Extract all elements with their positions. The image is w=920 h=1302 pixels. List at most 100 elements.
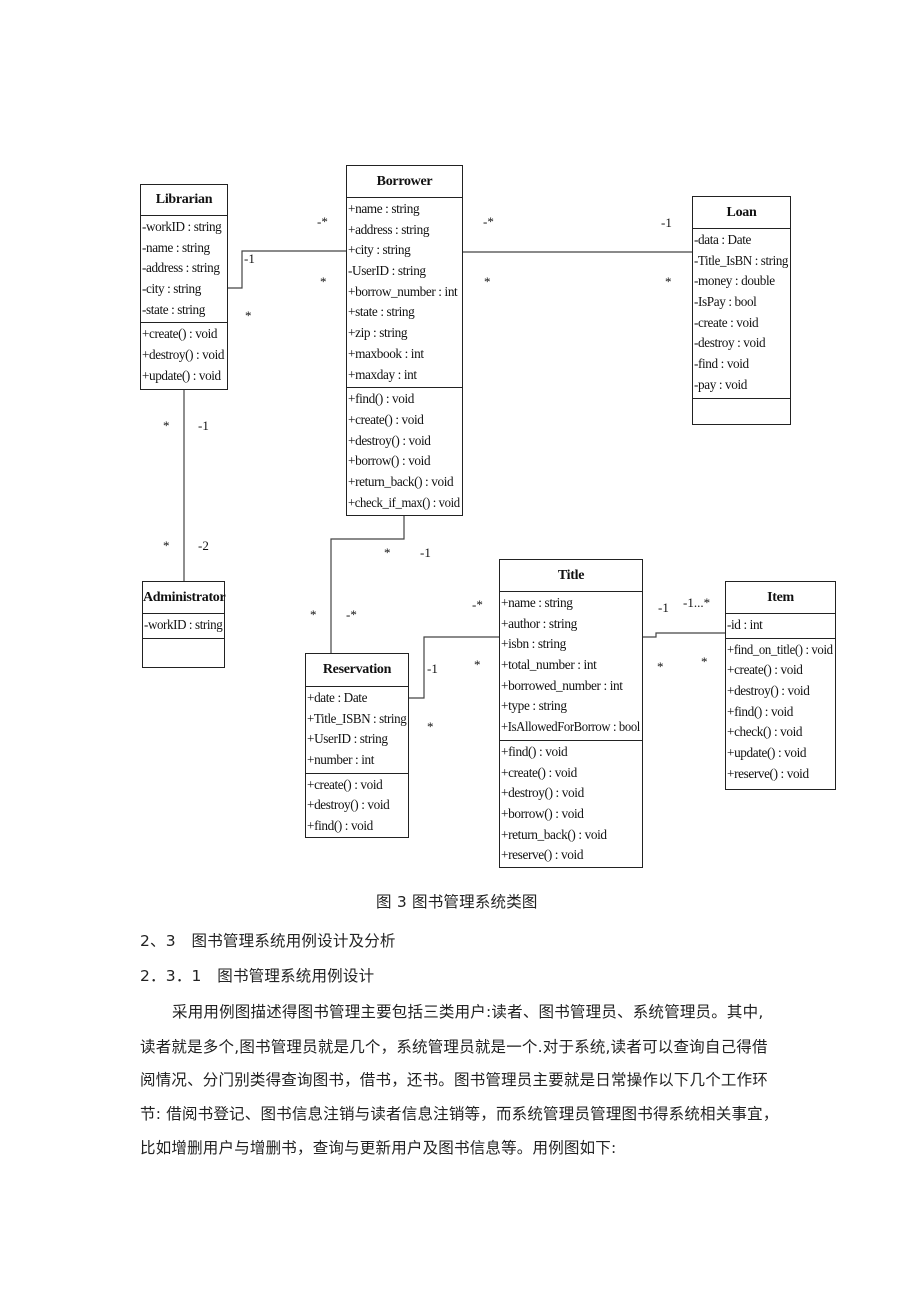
class-attribute: -address : string [142,260,220,276]
section-heading: 2、3 图书管理系统用例设计及分析 [140,932,396,950]
class-method: +destroy() : void [307,797,390,813]
class-method: +borrow() : void [348,453,431,469]
paragraph-line: 节: 借阅书登记、图书信息注销与读者信息注销等，而系统管理员管理图书得系统相关事… [140,1105,779,1123]
subsection-heading: 2．3．1 图书管理系统用例设计 [140,967,375,985]
multiplicity-label: * [245,308,252,323]
class-method: +destroy() : void [727,683,810,699]
multiplicity-label: * [163,538,170,553]
class-method: +reserve() : void [501,847,584,863]
class-attribute: +borrow_number : int [348,283,458,299]
multiplicity-label: * [484,274,491,289]
multiplicity-label: * [384,545,391,560]
class-name: Item [726,582,835,614]
class-attribute: +state : string [348,304,415,320]
attributes: -workID : string -name : string -address :… [141,216,227,324]
attributes: +name : string +author : string +isbn : st… [500,592,642,741]
class-name: Administrator [143,582,226,614]
class-attribute: +zip : string [348,325,408,341]
class-attribute: +date : Date [307,690,368,705]
multiplicity-label: -2 [198,538,209,553]
attributes: +date : Date +Title_ISBN : string +UserID … [306,687,408,774]
methods: +create() : void +destroy() : void +find()… [306,774,408,839]
class-attribute: -pay : void [694,376,747,392]
class-method: +create() : void [348,411,424,427]
class-attribute: -city : string [142,281,201,297]
multiplicity-label: * [320,274,327,289]
class-method: +update() : void [142,367,221,383]
multiplicity-label: -1 [658,600,669,615]
class-attribute: -workID : string [142,219,222,234]
class-name: Reservation [306,654,408,687]
class-method: +return_back() : void [348,473,454,489]
class-attribute: +borrowed_number : int [501,677,623,693]
class-name: Loan [693,197,790,229]
class-name: Borrower [347,166,462,198]
multiplicity-label: * [657,659,664,674]
class-method: +find() : void [727,703,793,719]
methods: +find() : void +create() : void +destroy()… [347,388,462,515]
multiplicity-label: -* [346,607,357,622]
class-attribute: -data : Date [694,232,751,247]
class-attribute: -Title_IsBN : string [694,252,789,268]
class-method: +create() : void [727,662,803,678]
paragraph-line: 比如增删用户与增删书，查询与更新用户及图书信息等。用例图如下: [140,1139,617,1157]
assoc-borrower-reservation [330,515,405,653]
class-attribute: +city : string [348,242,411,258]
class-method: +borrow() : void [501,805,584,821]
multiplicity-label: * [163,418,170,433]
attributes: -data : Date -Title_IsBN : string -money :… [693,229,790,399]
methods [693,399,790,428]
class-attribute: -destroy : void [694,335,766,351]
multiplicity-label: -1 [427,661,438,676]
paragraph-line: 阅情况、分门别类得查询图书，借书，还书。图书管理员主要就是日常操作以下几个工作环 [140,1071,769,1089]
multiplicity-label: * [701,654,708,669]
class-attribute: +author : string [501,615,577,631]
class-attribute: +address : string [348,221,430,237]
methods [143,639,224,670]
multiplicity-label: -1...* [683,595,711,610]
class-attribute: +maxday : int [348,366,417,382]
class-attribute: +type : string [501,698,567,714]
attributes: -id : int [726,614,835,639]
class-attribute: -IsPay : bool [694,294,757,310]
class-method: +create() : void [142,326,218,342]
class-method: +check_if_max() : void [348,494,460,510]
paragraph-line: 读者就是多个,图书管理员就是几个，系统管理员就是一个.对于系统,读者可以查询自己… [140,1038,768,1056]
class-attribute: +Title_ISBN : string [307,710,407,726]
class-method: +find_on_title() : void [727,641,833,657]
multiplicity-label: * [474,657,481,672]
class-name: Librarian [141,185,227,216]
class-attribute: +IsAllowedForBorrow : bool [501,719,640,735]
class-method: +return_back() : void [501,826,607,842]
class-method: +destroy() : void [142,347,225,363]
class-attribute: +maxbook : int [348,345,424,361]
class-attribute: -workID : string [144,617,223,632]
multiplicity-label: * [665,274,672,289]
class-loan: Loan -data : Date -Title_IsBN : string -mo… [692,196,791,425]
class-method: +destroy() : void [348,432,431,448]
methods: +find_on_title() : void +create() : void +… [726,639,835,787]
class-method: +create() : void [501,764,577,780]
multiplicity-label: -1 [420,545,431,560]
class-attribute: -UserID : string [348,263,426,279]
class-borrower: Borrower +name : string +address : string… [346,165,463,516]
class-attribute: -money : double [694,273,775,289]
class-attribute: -name : string [142,239,210,255]
attributes: +name : string +address : string +city : s… [347,198,462,389]
class-reservation: Reservation +date : Date +Title_ISBN : st… [305,653,409,838]
methods: +create() : void +destroy() : void +update… [141,323,227,388]
class-title: Title +name : string +author : string +isb… [499,559,643,868]
assoc-title-item [642,632,726,638]
class-attribute: +total_number : int [501,657,597,673]
methods: +find() : void +create() : void +destroy()… [500,741,642,868]
class-method: +find() : void [307,818,373,834]
class-attribute: +number : int [307,752,375,768]
class-method: +update() : void [727,745,807,761]
multiplicity-label: -* [483,214,494,229]
paragraph-line: 采用用例图描述得图书管理主要包括三类用户:读者、图书管理员、系统管理员。其中, [172,1003,764,1021]
class-attribute: +UserID : string [307,731,388,747]
class-attribute: -create : void [694,314,759,330]
class-method: +destroy() : void [501,785,584,801]
multiplicity-label: -1 [244,251,255,266]
multiplicity-label: * [310,607,317,622]
